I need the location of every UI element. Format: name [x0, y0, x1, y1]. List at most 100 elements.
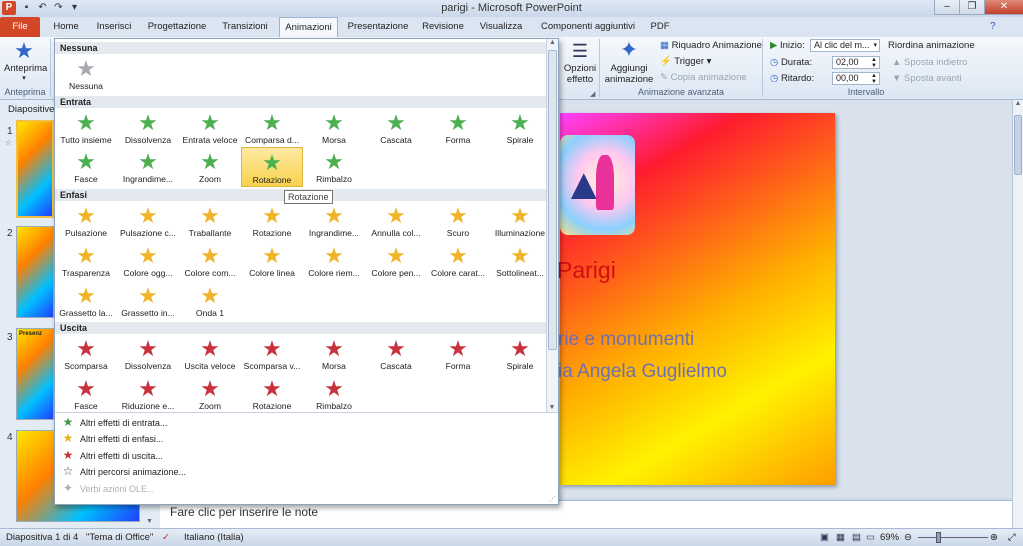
tab-componenti[interactable]: Componenti aggiuntivi — [536, 17, 640, 37]
paris-illustration-image[interactable]: ▲ — [560, 135, 635, 235]
emphasis-effect-1[interactable]: ★ Pulsazione — [55, 201, 117, 241]
theme-name[interactable]: "Tema di Office" — [86, 532, 153, 543]
slide-title[interactable]: Parigi — [557, 257, 616, 284]
entrance-effect-3[interactable]: ★ Entrata veloce — [179, 108, 241, 148]
exit-effect-5[interactable]: ★ Morsa — [303, 334, 365, 374]
tab-revisione[interactable]: Revisione — [418, 17, 468, 37]
slide-thumbnail-2[interactable] — [16, 226, 54, 318]
vertical-scrollbar[interactable]: ▲ — [1012, 100, 1023, 530]
exit-effect-8[interactable]: ★ Spirale — [489, 334, 551, 374]
slide-sorter-icon[interactable]: ▦ — [836, 532, 845, 543]
zoom-level[interactable]: 69% — [880, 532, 899, 543]
animation-painter-button[interactable]: ✎ Copia animazione — [660, 72, 747, 83]
fit-to-window-icon[interactable]: ⤢ — [1008, 532, 1016, 543]
duration-field[interactable]: 02,00 ▲ ▼ — [832, 56, 880, 69]
emphasis-effect-4[interactable]: ★ Rotazione — [241, 201, 303, 241]
tab-home[interactable]: Home — [46, 17, 86, 37]
more-emphasis-effects[interactable]: ★ Altri effetti di enfasi... — [61, 430, 164, 446]
spell-check-icon[interactable]: ✓ — [162, 532, 170, 543]
slide-thumbnail-1[interactable] — [16, 120, 54, 218]
more-exit-effects[interactable]: ★ Altri effetti di uscita... — [61, 447, 163, 463]
entrance-effect-1[interactable]: ★ Tutto insieme — [55, 108, 117, 148]
effect-options-button[interactable]: ☰ Opzioni effetto — [562, 39, 598, 87]
help-icon[interactable]: ? — [990, 21, 996, 32]
entrance-effect-4[interactable]: ★ Comparsa d... — [241, 108, 303, 148]
delay-field[interactable]: 00,00 ▲ ▼ — [832, 72, 880, 85]
exit-effect-9[interactable]: ★ Fasce — [55, 374, 117, 414]
exit-effect-13[interactable]: ★ Rimbalzo — [303, 374, 365, 414]
emphasis-effect-19[interactable]: ★ Onda 1 — [179, 281, 241, 321]
emphasis-effect-8[interactable]: ★ Illuminazione — [489, 201, 551, 241]
minimize-button[interactable]: – — [934, 0, 960, 15]
entrance-effect-13[interactable]: ★ Rimbalzo — [303, 147, 365, 187]
gallery-scroll-thumb[interactable] — [548, 50, 557, 350]
emphasis-effect-18[interactable]: ★ Grassetto in... — [117, 281, 179, 321]
emphasis-effect-14[interactable]: ★ Colore pen... — [365, 241, 427, 281]
gallery-scrollbar[interactable]: ▲ ▼ — [546, 39, 558, 412]
more-motion-paths[interactable]: ☆ Altri percorsi animazione... — [61, 463, 186, 479]
entrance-effect-9[interactable]: ★ Fasce — [55, 147, 117, 187]
emphasis-effect-9[interactable]: ★ Trasparenza — [55, 241, 117, 281]
tab-transizioni[interactable]: Transizioni — [216, 17, 274, 37]
entrance-effect-6[interactable]: ★ Cascata — [365, 108, 427, 148]
entrance-effect-5[interactable]: ★ Morsa — [303, 108, 365, 148]
entrance-effect-2[interactable]: ★ Dissolvenza — [117, 108, 179, 148]
slideshow-icon[interactable]: ▭ — [866, 532, 875, 543]
add-animation-button[interactable]: ✦ Aggiungi animazione — [603, 37, 655, 87]
tab-progettazione[interactable]: Progettazione — [144, 17, 210, 37]
entrance-effect-12[interactable]: ★ Rotazione — [241, 147, 303, 187]
exit-effect-11[interactable]: ★ Zoom — [179, 374, 241, 414]
normal-view-icon[interactable]: ▣ — [820, 532, 829, 543]
entrance-effect-11[interactable]: ★ Zoom — [179, 147, 241, 187]
exit-effect-6[interactable]: ★ Cascata — [365, 334, 427, 374]
exit-effect-2[interactable]: ★ Dissolvenza — [117, 334, 179, 374]
trigger-button[interactable]: ⚡ Trigger ▾ — [660, 56, 711, 67]
more-entrance-effects[interactable]: ★ Altri effetti di entrata... — [61, 414, 168, 430]
preview-button[interactable]: ★ Anteprima ▾ — [4, 39, 47, 87]
scroll-down-arrow-icon[interactable]: ▼ — [146, 518, 153, 525]
restore-button[interactable]: ❐ — [959, 0, 985, 15]
emphasis-effect-3[interactable]: ★ Traballante — [179, 201, 241, 241]
exit-effect-10[interactable]: ★ Riduzione e... — [117, 374, 179, 414]
tab-presentazione[interactable]: Presentazione — [344, 17, 412, 37]
zoom-out-icon[interactable]: ⊖ — [904, 532, 912, 543]
slide-subtitle-line-1[interactable]: rie e monumenti — [558, 329, 694, 351]
entrance-effect-7[interactable]: ★ Forma — [427, 108, 489, 148]
exit-effect-3[interactable]: ★ Uscita veloce — [179, 334, 241, 374]
reading-view-icon[interactable]: ▤ — [852, 532, 861, 543]
emphasis-effect-12[interactable]: ★ Colore linea — [241, 241, 303, 281]
animation-pane-button[interactable]: ▦ Riquadro Animazione — [660, 40, 762, 51]
tab-file[interactable]: File — [0, 17, 40, 37]
exit-effect-7[interactable]: ★ Forma — [427, 334, 489, 374]
exit-effect-12[interactable]: ★ Rotazione — [241, 374, 303, 414]
ole-action-verbs[interactable]: ✦ Verbi azioni OLE... — [61, 480, 155, 496]
none-effect-1[interactable]: ★ Nessuna — [55, 54, 117, 94]
tab-pdf[interactable]: PDF — [646, 17, 674, 37]
tab-visualizza[interactable]: Visualizza — [476, 17, 526, 37]
exit-effect-1[interactable]: ★ Scomparsa — [55, 334, 117, 374]
exit-effect-4[interactable]: ★ Scomparsa v... — [241, 334, 303, 374]
emphasis-effect-11[interactable]: ★ Colore com... — [179, 241, 241, 281]
emphasis-effect-2[interactable]: ★ Pulsazione c... — [117, 201, 179, 241]
move-later-button[interactable]: ▼ Sposta avanti — [892, 73, 962, 84]
dialog-launcher-icon[interactable]: ◢ — [590, 90, 595, 98]
emphasis-effect-13[interactable]: ★ Colore riem... — [303, 241, 365, 281]
gallery-scroll-down-icon[interactable]: ▼ — [547, 404, 557, 411]
scroll-thumb[interactable] — [1014, 115, 1022, 175]
language[interactable]: Italiano (Italia) — [184, 532, 244, 543]
emphasis-effect-7[interactable]: ★ Scuro — [427, 201, 489, 241]
start-dropdown[interactable]: Al clic del m... ▾ — [810, 39, 880, 52]
zoom-in-icon[interactable]: ⊕ — [990, 532, 998, 543]
emphasis-effect-6[interactable]: ★ Annulla col... — [365, 201, 427, 241]
emphasis-effect-16[interactable]: ★ Sottolineat... — [489, 241, 551, 281]
emphasis-effect-5[interactable]: ★ Ingrandime... — [303, 201, 365, 241]
emphasis-effect-17[interactable]: ★ Grassetto la... — [55, 281, 117, 321]
tab-inserisci[interactable]: Inserisci — [91, 17, 137, 37]
entrance-effect-10[interactable]: ★ Ingrandime... — [117, 147, 179, 187]
gallery-scroll-up-icon[interactable]: ▲ — [547, 39, 558, 46]
entrance-effect-8[interactable]: ★ Spirale — [489, 108, 551, 148]
resize-grip-icon[interactable]: ⋰ — [549, 495, 556, 503]
zoom-slider[interactable] — [918, 537, 988, 538]
move-earlier-button[interactable]: ▲ Sposta indietro — [892, 57, 967, 68]
tab-animazioni[interactable]: Animazioni — [279, 17, 338, 38]
